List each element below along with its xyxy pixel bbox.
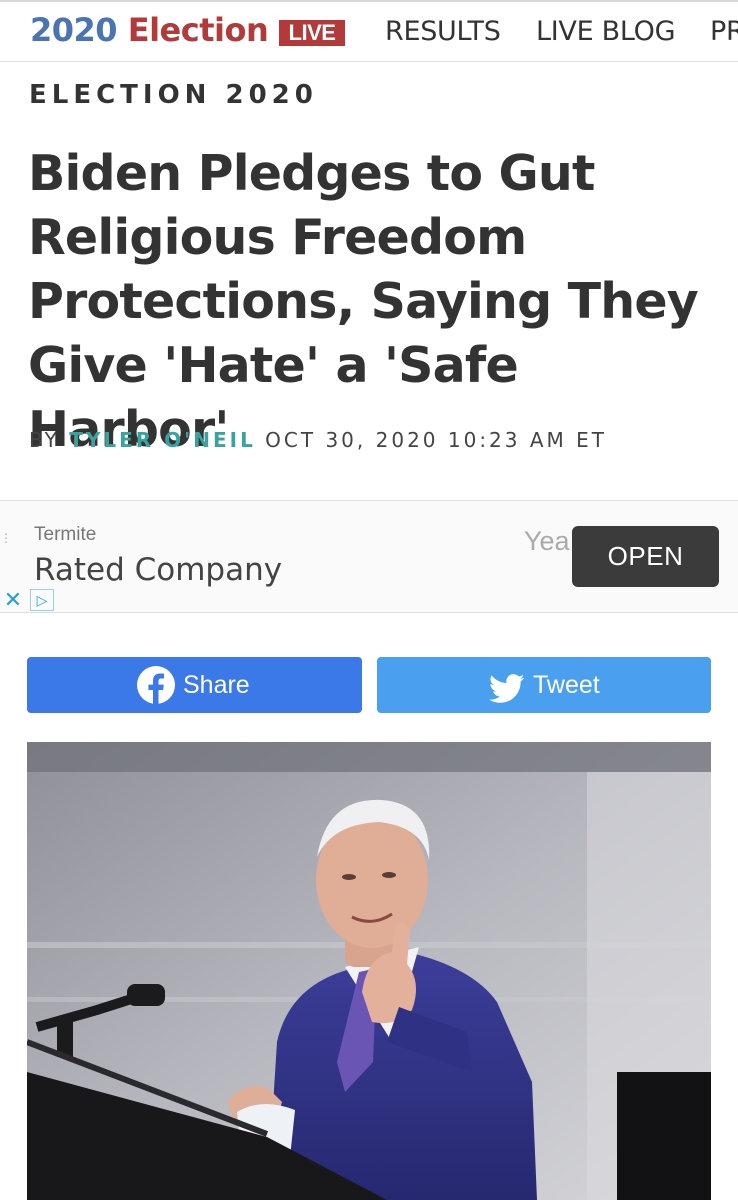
facebook-share-button[interactable]: Share	[27, 657, 362, 713]
brand-year: 2020	[30, 11, 118, 49]
twitter-tweet-label: Tweet	[533, 671, 600, 699]
close-icon[interactable]: ✕	[2, 589, 24, 611]
publish-date: OCT 30, 2020 10:23 AM ET	[265, 428, 608, 452]
ad-headline: Rated Company	[34, 552, 283, 588]
article-headline: Biden Pledges to Gut Religious Freedom P…	[28, 145, 699, 458]
nav-link-results[interactable]: RESULTS	[385, 16, 501, 47]
nav-link-live-blog[interactable]: LIVE BLOG	[536, 16, 676, 47]
brand-word: Election	[127, 11, 269, 49]
byline: BY TYLER O'NEIL OCT 30, 2020 10:23 AM ET	[29, 428, 607, 452]
article-photo	[27, 742, 711, 1200]
twitter-icon	[489, 669, 525, 703]
facebook-share-label: Share	[183, 671, 250, 699]
section-label[interactable]: ELECTION 2020	[29, 80, 318, 110]
top-nav: 2020 Election LIVE RESULTS LIVE BLOG PR	[0, 0, 738, 62]
brand-logo[interactable]: 2020 Election	[30, 11, 269, 49]
nav-link-truncated[interactable]: PR	[710, 16, 738, 47]
ad-open-button[interactable]: OPEN	[572, 526, 719, 587]
byline-prefix: BY	[29, 428, 60, 452]
ad-small-text: Termite	[34, 524, 97, 545]
ad-choices-icon[interactable]: ▷	[30, 589, 54, 611]
ad-edge-mark: ⋮	[0, 531, 12, 545]
facebook-icon	[137, 666, 175, 704]
twitter-tweet-button[interactable]: Tweet	[377, 657, 711, 713]
author-link[interactable]: TYLER O'NEIL	[69, 428, 256, 452]
live-badge[interactable]: LIVE	[279, 20, 345, 46]
